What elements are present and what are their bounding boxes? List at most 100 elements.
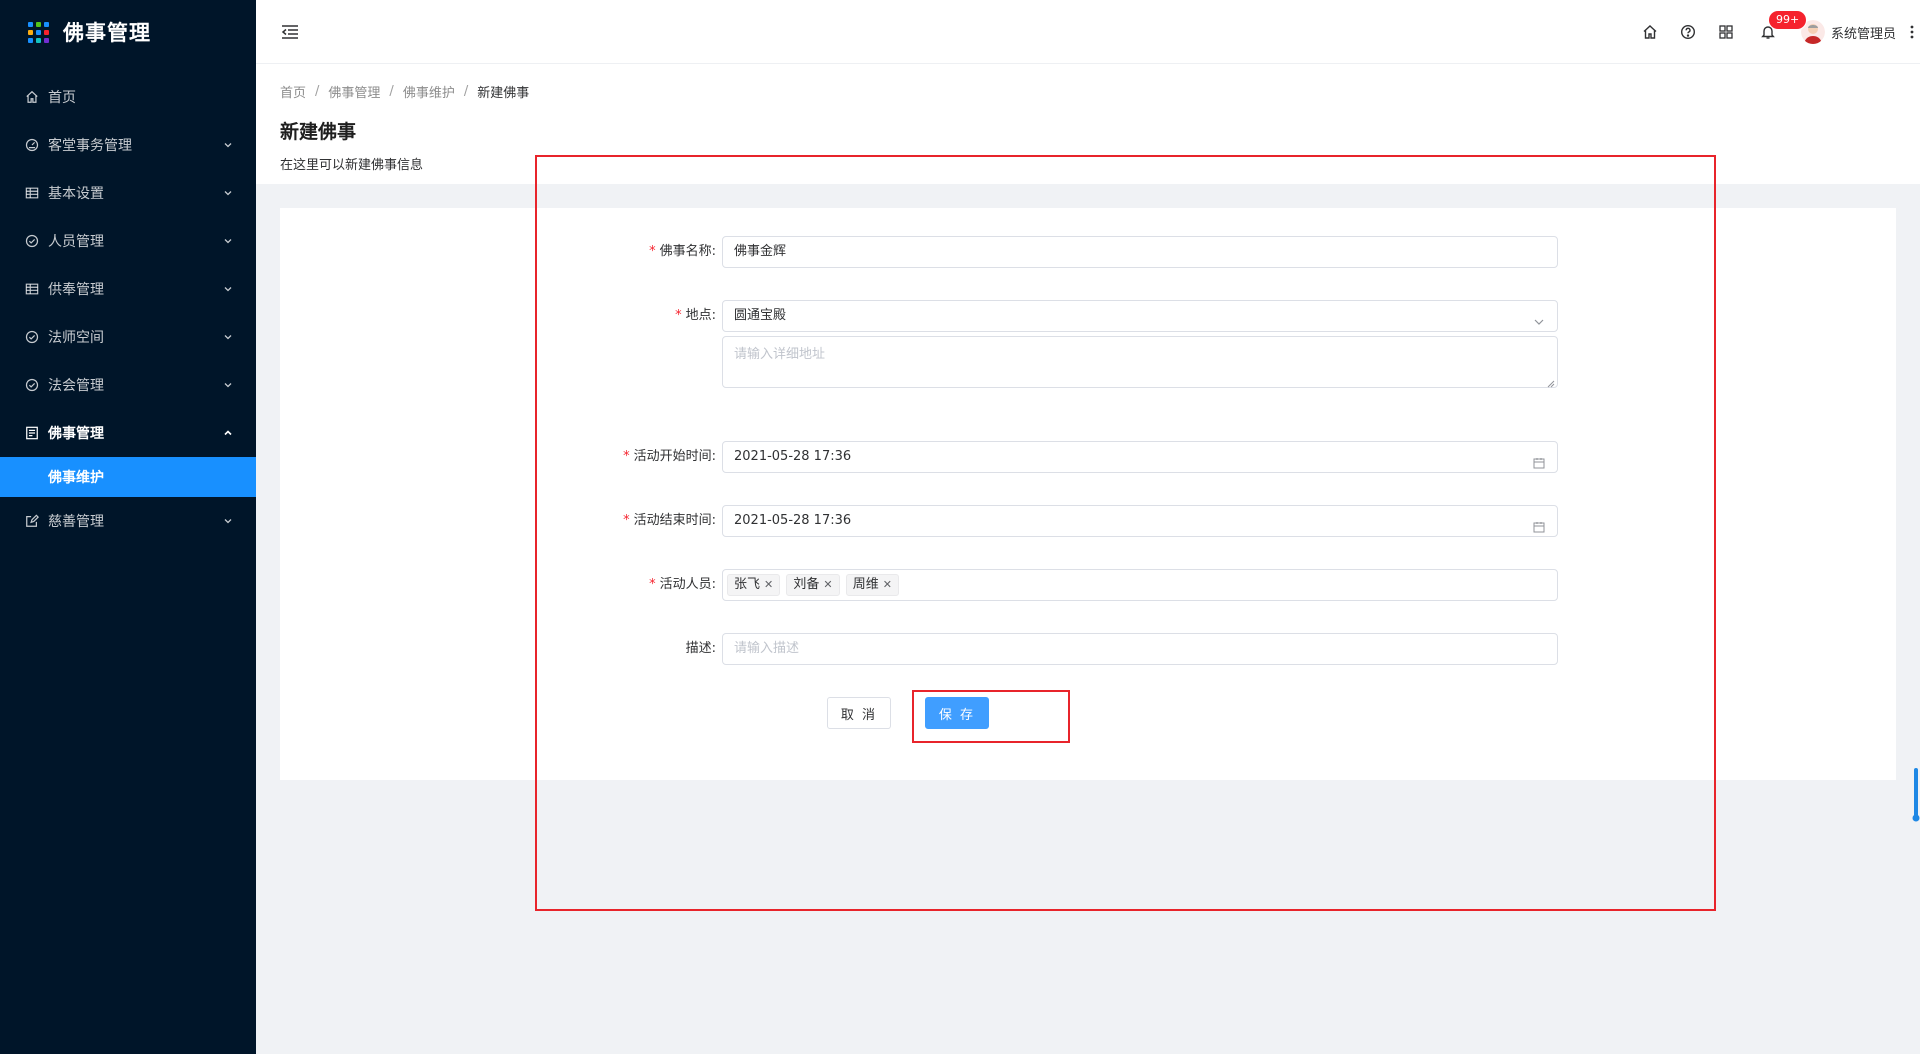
end-time-value: 2021-05-28 17:36: [734, 513, 852, 528]
sidebar: 佛事管理 首页 客堂事务管理 基本设置 人员管理 供奉管理 法师空间 法会管理 …: [0, 0, 256, 1054]
name-input[interactable]: 佛事金辉: [722, 236, 1558, 268]
breadcrumb-separator: /: [389, 84, 394, 99]
sidebar-item-label: 客堂事务管理: [48, 138, 132, 154]
table-icon: [24, 281, 40, 297]
location-select-value: 圆通宝殿: [734, 308, 787, 323]
chevron-down-icon: [222, 187, 234, 199]
page-description: 在这里可以新建佛事信息: [280, 158, 424, 173]
breadcrumb-item-maintenance[interactable]: 佛事维护: [403, 82, 455, 101]
end-time-label: * 活动结束时间:: [623, 513, 716, 528]
description-label: 描述:: [685, 641, 716, 656]
breadcrumb-separator: /: [463, 84, 469, 99]
chevron-up-icon: [222, 427, 234, 439]
close-icon[interactable]: ✕: [764, 575, 773, 595]
header-actions: 99+ 系统管理员: [1631, 0, 1920, 64]
sidebar-item-basic-settings[interactable]: 基本设置: [0, 169, 256, 217]
sidebar-item-master-space[interactable]: 法师空间: [0, 313, 256, 361]
calendar-icon: [1533, 515, 1545, 533]
sidebar-item-offerings[interactable]: 供奉管理: [0, 265, 256, 313]
name-input-value: 佛事金辉: [734, 244, 787, 259]
close-icon[interactable]: ✕: [883, 575, 892, 595]
resize-grip-icon[interactable]: [1547, 377, 1555, 388]
sidebar-item-home[interactable]: 首页: [0, 73, 256, 121]
sidebar-subitem-buddhist-maintenance[interactable]: 佛事维护: [0, 457, 256, 497]
notification-bell-icon[interactable]: 99+: [1749, 0, 1807, 64]
chevron-down-icon: [222, 283, 234, 295]
apps-icon[interactable]: [1707, 0, 1745, 64]
home-icon: [24, 89, 40, 105]
sidebar-item-label: 法师空间: [48, 330, 104, 346]
form-card: * 佛事名称: 佛事金辉 * 地点: 圆通宝殿 请输入详细地址 * 活动开始时间: 2…: [280, 208, 1896, 780]
form-icon: [24, 513, 40, 529]
save-button[interactable]: 保 存: [925, 697, 989, 729]
check-circle-icon: [24, 329, 40, 345]
sidebar-item-label: 慈善管理: [48, 514, 104, 530]
people-multiselect[interactable]: 张飞 ✕ 刘备 ✕ 周维 ✕: [722, 569, 1558, 601]
required-mark: *: [623, 513, 630, 528]
app-title: 佛事管理: [63, 21, 151, 45]
required-mark: *: [623, 449, 630, 464]
cancel-button[interactable]: 取 消: [827, 697, 891, 729]
location-select[interactable]: 圆通宝殿: [722, 300, 1558, 332]
description-input[interactable]: 请输入描述: [722, 633, 1558, 665]
chevron-down-icon: [222, 331, 234, 343]
people-tag: 刘备 ✕: [786, 574, 840, 596]
address-detail-textarea[interactable]: 请输入详细地址: [722, 336, 1558, 388]
start-time-picker[interactable]: 2021-05-28 17:36: [722, 441, 1558, 473]
required-mark: *: [649, 244, 656, 259]
more-vertical-icon[interactable]: [1904, 0, 1920, 64]
description-placeholder: 请输入描述: [734, 641, 800, 656]
name-label: * 佛事名称:: [649, 244, 716, 259]
scrollbar-thumb[interactable]: [1912, 768, 1920, 824]
table-icon: [24, 185, 40, 201]
sidebar-item-label: 人员管理: [48, 234, 104, 250]
page-header: 首页 / 佛事管理 / 佛事维护 / 新建佛事 新建佛事 在这里可以新建佛事信息: [256, 64, 1920, 184]
logo[interactable]: 佛事管理: [0, 0, 256, 64]
sidebar-item-charity[interactable]: 慈善管理: [0, 497, 256, 545]
end-time-picker[interactable]: 2021-05-28 17:36: [722, 505, 1558, 537]
sidebar-item-label: 基本设置: [48, 186, 104, 202]
location-label: * 地点:: [675, 308, 716, 323]
chevron-down-icon: [1533, 310, 1545, 325]
chevron-down-icon: [222, 515, 234, 527]
chevron-down-icon: [222, 379, 234, 391]
sidebar-item-buddhist-affairs[interactable]: 佛事管理: [0, 409, 256, 457]
check-circle-icon: [24, 233, 40, 249]
profile-icon: [24, 425, 40, 441]
people-label: * 活动人员:: [649, 577, 716, 592]
app-grid-icon: [28, 21, 49, 43]
start-time-value: 2021-05-28 17:36: [734, 449, 852, 464]
required-mark: *: [675, 308, 682, 323]
menu-fold-icon[interactable]: [280, 22, 300, 42]
start-time-label: * 活动开始时间:: [623, 449, 716, 464]
sidebar-item-dharma-assembly[interactable]: 法会管理: [0, 361, 256, 409]
chevron-down-icon: [222, 139, 234, 151]
home-icon[interactable]: [1631, 0, 1669, 64]
sidebar-item-hall-affairs[interactable]: 客堂事务管理: [0, 121, 256, 169]
breadcrumb-separator: /: [315, 84, 320, 99]
close-icon[interactable]: ✕: [823, 575, 832, 595]
breadcrumb-item-home[interactable]: 首页: [280, 82, 306, 101]
sidebar-item-label: 佛事管理: [48, 426, 104, 442]
breadcrumb-item-current: 新建佛事: [477, 86, 530, 101]
check-circle-icon: [24, 377, 40, 393]
sidebar-item-label: 法会管理: [48, 378, 104, 394]
notification-badge: 99+: [1768, 11, 1807, 29]
sidebar-item-personnel[interactable]: 人员管理: [0, 217, 256, 265]
help-icon[interactable]: [1669, 0, 1707, 64]
address-detail-placeholder: 请输入详细地址: [734, 347, 826, 362]
chevron-down-icon: [222, 235, 234, 247]
required-mark: *: [649, 577, 656, 592]
breadcrumb-item-buddhist-affairs[interactable]: 佛事管理: [328, 82, 380, 101]
username: 系统管理员: [1830, 26, 1896, 42]
page-title: 新建佛事: [280, 121, 357, 143]
user-menu[interactable]: 系统管理员: [1800, 0, 1896, 64]
top-header: 99+ 系统管理员: [256, 0, 1920, 64]
people-tag: 周维 ✕: [845, 574, 899, 596]
sidebar-menu: 首页 客堂事务管理 基本设置 人员管理 供奉管理 法师空间 法会管理 佛事管理 …: [0, 73, 256, 545]
sidebar-item-label: 首页: [48, 90, 76, 106]
dashboard-icon: [24, 137, 40, 153]
calendar-icon: [1533, 451, 1545, 469]
people-tag: 张飞 ✕: [727, 574, 781, 596]
sidebar-item-label: 供奉管理: [48, 282, 104, 298]
